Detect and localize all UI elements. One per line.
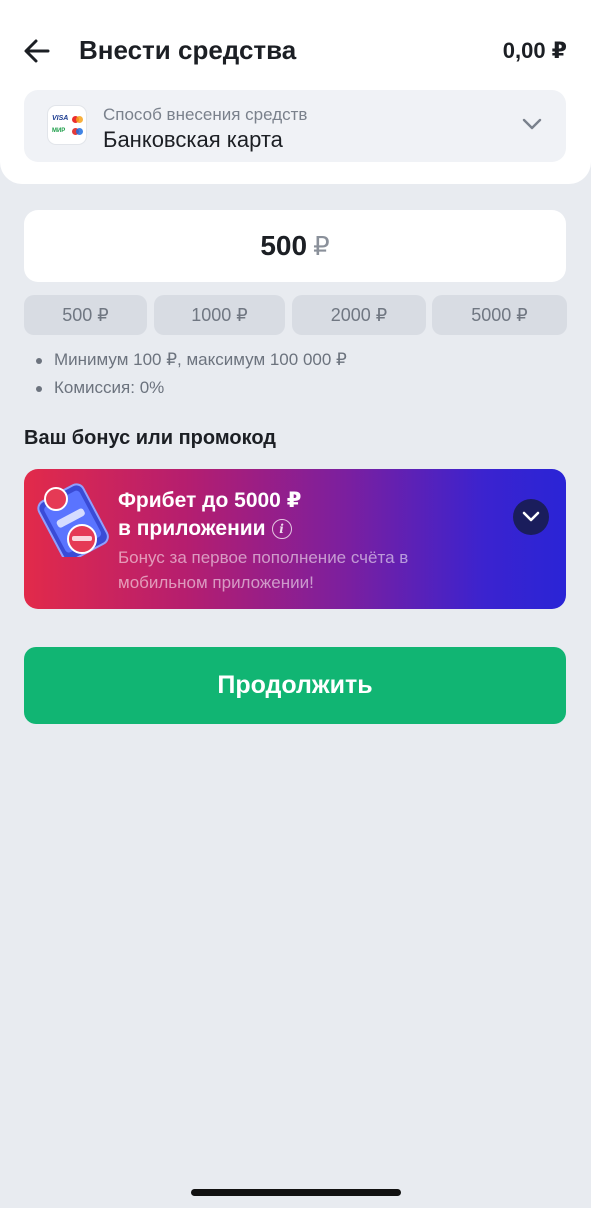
payment-method-label: Способ внесения средств [103, 105, 308, 124]
bonus-section-title: Ваш бонус или промокод [24, 427, 276, 449]
quick-amount-2000[interactable]: 2000 ₽ [292, 295, 426, 335]
continue-button[interactable]: Продолжить [24, 647, 566, 724]
balance: 0,00 ₽ [502, 38, 567, 63]
payment-method-value: Банковская карта [103, 127, 283, 152]
card-logos-icon: VISA МИР [48, 106, 86, 144]
amount-value: 500 [260, 230, 308, 261]
chevron-down-icon [522, 511, 540, 522]
rule-commission: Комиссия: 0% [36, 374, 347, 402]
quick-amount-1000[interactable]: 1000 ₽ [154, 295, 285, 335]
quick-amount-500[interactable]: 500 ₽ [24, 295, 147, 335]
info-icon[interactable]: i [271, 519, 292, 539]
promo-description: Бонус за первое пополнение счёта в мобил… [118, 548, 409, 592]
promo-title: Фрибет до 5000 ₽ в приложении i [118, 489, 302, 540]
rule-limits: Минимум 100 ₽, максимум 100 000 ₽ [36, 346, 347, 374]
home-indicator [191, 1189, 401, 1196]
chevron-down-icon [522, 118, 542, 130]
back-arrow-icon[interactable] [20, 34, 54, 68]
header-panel: Внести средства 0,00 ₽ VISA МИР Способ в… [0, 0, 591, 184]
payment-method-select[interactable]: VISA МИР Способ внесения средств Банковс… [24, 90, 566, 162]
phone-promo-icon [37, 483, 109, 557]
quick-amount-5000[interactable]: 5000 ₽ [432, 295, 567, 335]
deposit-rules: Минимум 100 ₽, максимум 100 000 ₽ Комисс… [36, 346, 347, 402]
amount-currency: ₽ [313, 231, 330, 261]
promo-expand-button[interactable] [513, 499, 549, 535]
page-title: Внести средства [79, 35, 297, 65]
amount-input[interactable]: 500 ₽ [24, 210, 566, 282]
promo-card[interactable]: Фрибет до 5000 ₽ в приложении i Бонус за … [24, 469, 566, 609]
quick-amounts: 500 ₽ 1000 ₽ 2000 ₽ 5000 ₽ [24, 295, 567, 335]
